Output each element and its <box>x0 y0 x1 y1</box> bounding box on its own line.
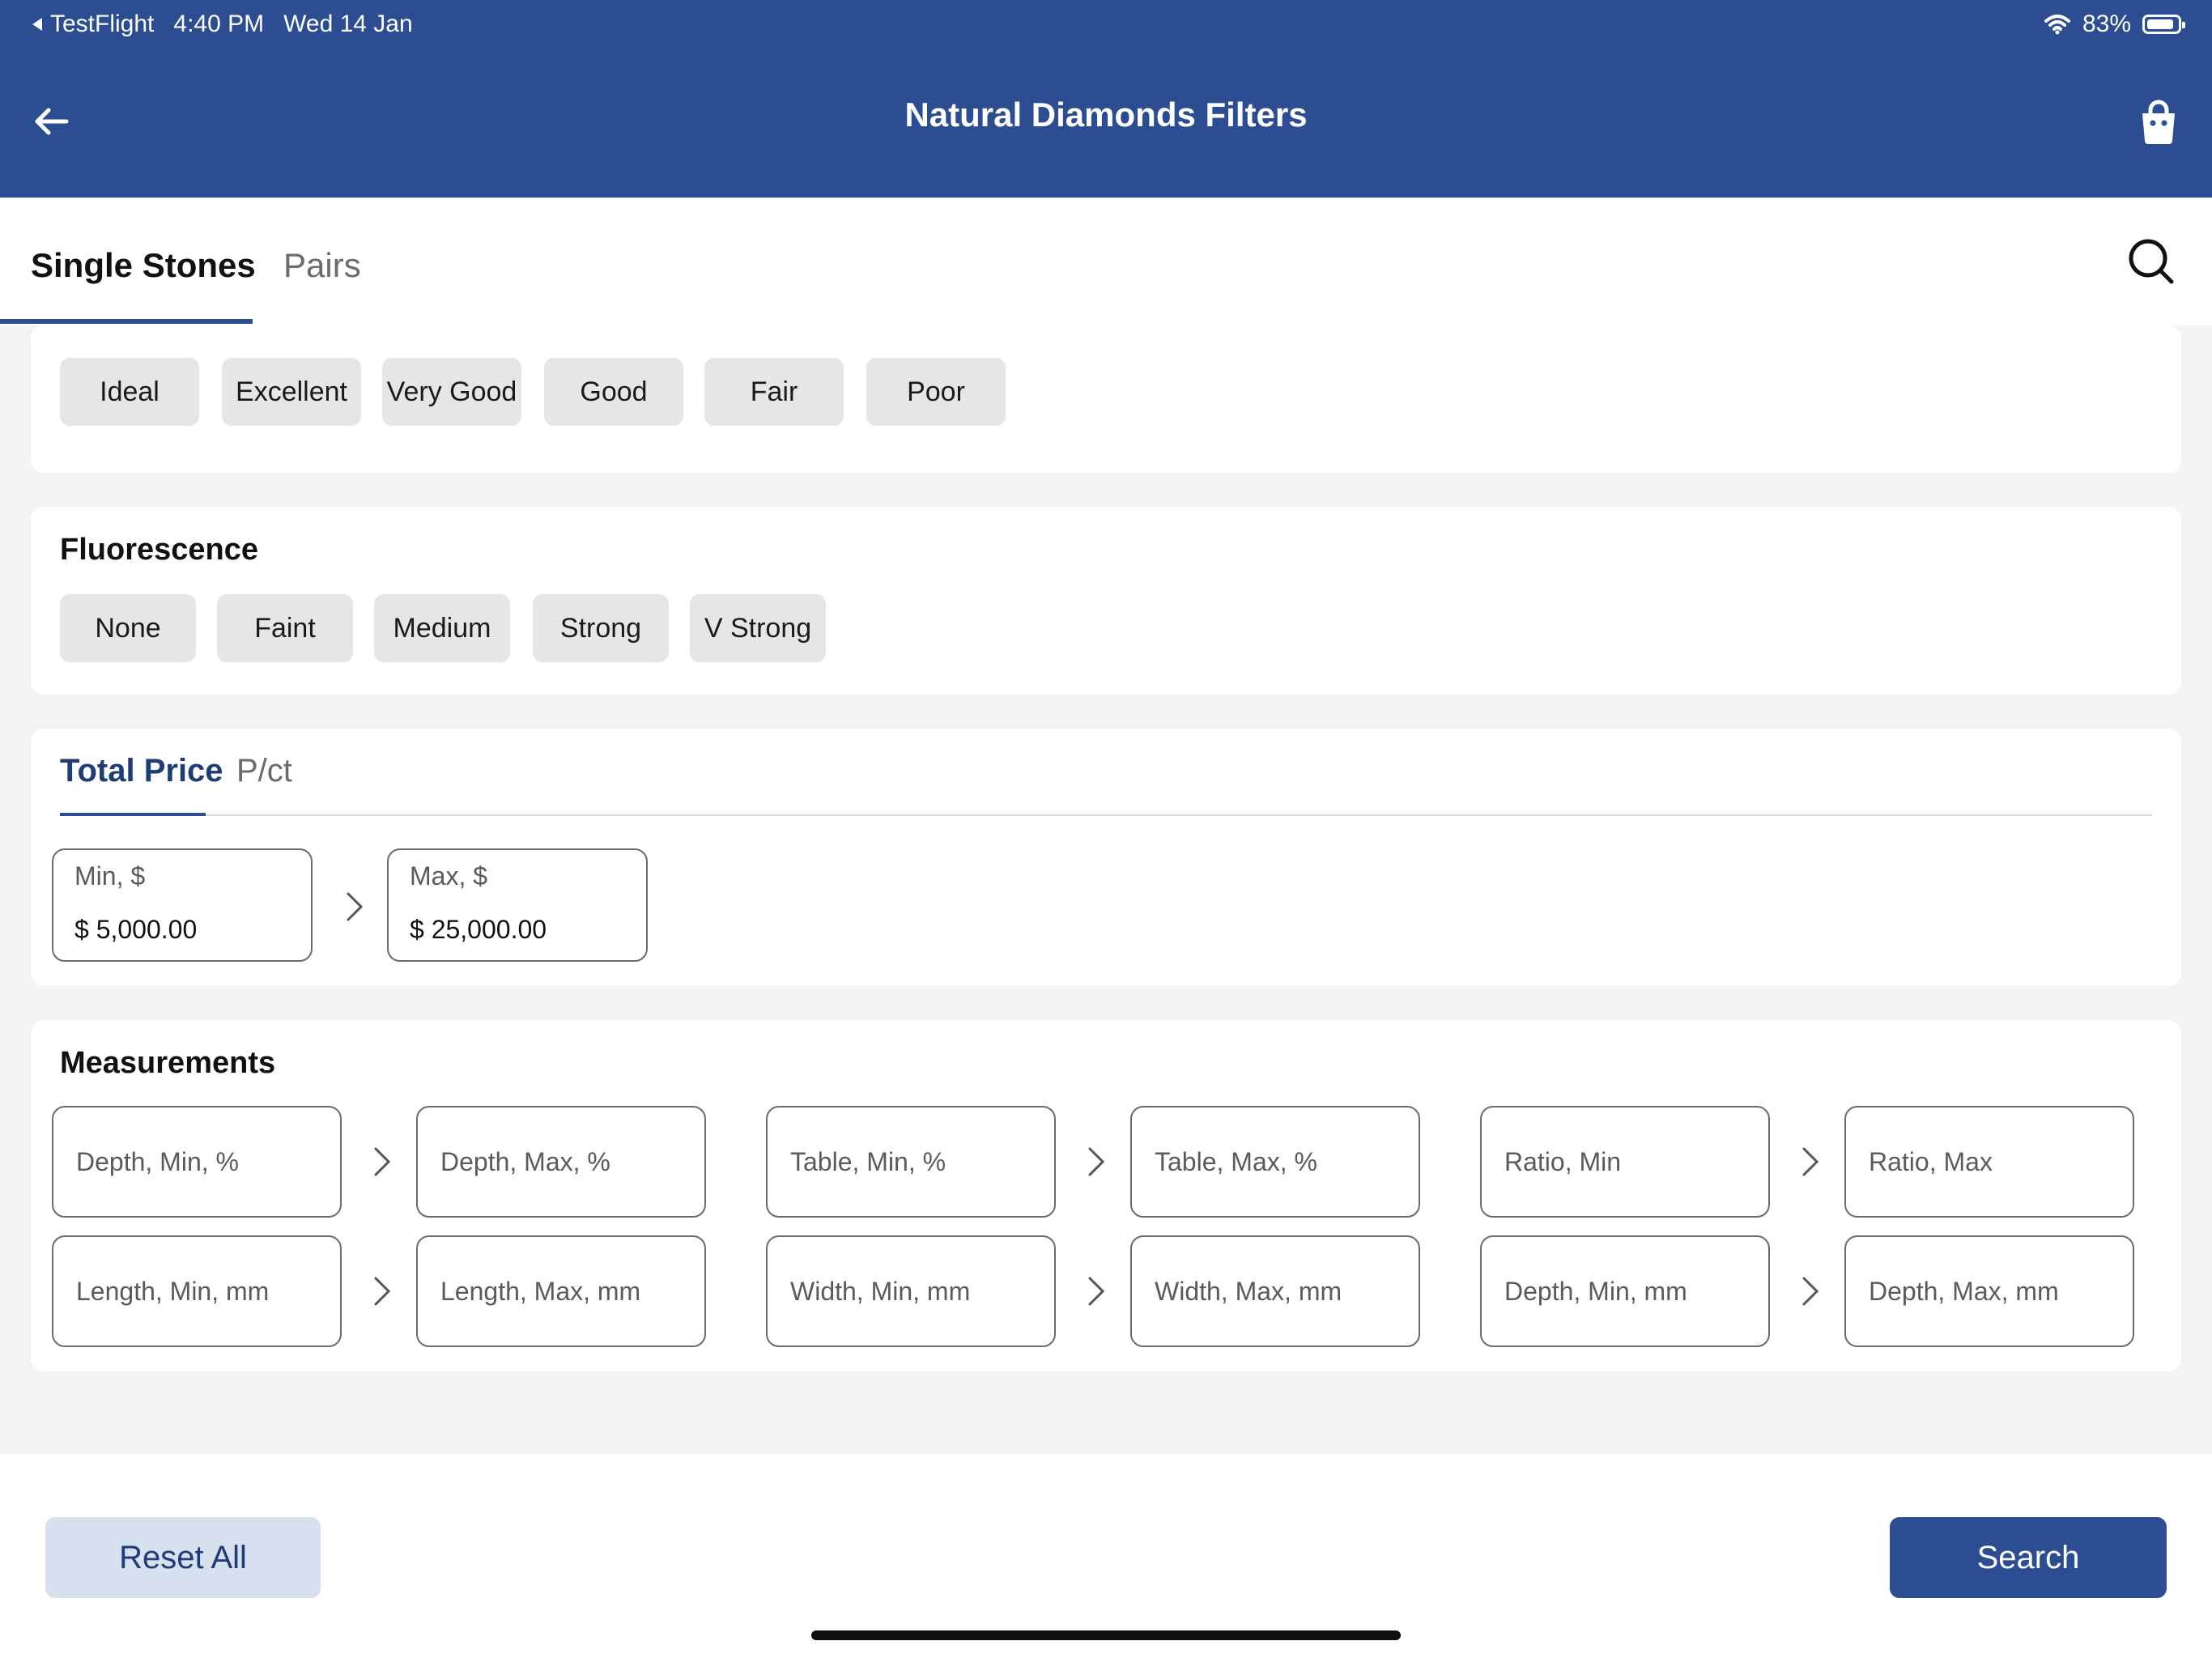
price-tabs-divider <box>60 814 2152 816</box>
status-right: 83% <box>2044 0 2185 49</box>
field-placeholder: Width, Min, mm <box>790 1276 971 1306</box>
chip-fluorescence-medium[interactable]: Medium <box>374 594 510 662</box>
chip-cut-very-good[interactable]: Very Good <box>382 358 521 426</box>
search-button[interactable]: Search <box>1890 1517 2167 1598</box>
back-to-app-link[interactable]: TestFlight <box>31 0 154 49</box>
search-icon[interactable] <box>2125 235 2176 287</box>
status-bar: TestFlight 4:40 PM Wed 14 Jan 83% <box>0 0 2212 49</box>
chip-fluorescence-strong[interactable]: Strong <box>533 594 669 662</box>
stone-type-tabs: Single Stones Pairs <box>0 198 2212 325</box>
width-min-mm-field[interactable]: Width, Min, mm <box>766 1235 1056 1347</box>
chevron-right-icon <box>347 892 364 921</box>
field-placeholder: Ratio, Min <box>1504 1146 1622 1176</box>
status-time: 4:40 PM <box>173 11 265 37</box>
battery-percent: 83% <box>2082 11 2131 37</box>
field-placeholder: Depth, Min, mm <box>1504 1276 1687 1306</box>
length-min-mm-field[interactable]: Length, Min, mm <box>52 1235 342 1347</box>
chip-cut-fair[interactable]: Fair <box>704 358 844 426</box>
tab-single-stones[interactable]: Single Stones <box>31 246 256 285</box>
status-app-name: TestFlight <box>50 11 155 37</box>
field-placeholder: Length, Max, mm <box>440 1276 641 1306</box>
max-price-value[interactable]: $ 25,000.00 <box>410 915 547 945</box>
chip-fluorescence-faint[interactable]: Faint <box>217 594 353 662</box>
tab-total-price[interactable]: Total Price <box>60 753 223 789</box>
depth-max-mm-field[interactable]: Depth, Max, mm <box>1844 1235 2134 1347</box>
tab-pairs[interactable]: Pairs <box>283 246 361 285</box>
wifi-icon <box>2044 15 2070 35</box>
page-title: Natural Diamonds Filters <box>904 96 1308 134</box>
active-tab-indicator <box>0 319 253 324</box>
length-max-mm-field[interactable]: Length, Max, mm <box>416 1235 706 1347</box>
field-placeholder: Ratio, Max <box>1869 1146 1993 1176</box>
width-max-mm-field[interactable]: Width, Max, mm <box>1130 1235 1420 1347</box>
tab-price-per-carat[interactable]: P/ct <box>236 753 292 789</box>
table-max-percent-field[interactable]: Table, Max, % <box>1130 1106 1420 1218</box>
field-placeholder: Depth, Max, mm <box>1869 1276 2059 1306</box>
field-placeholder: Length, Min, mm <box>76 1276 270 1306</box>
min-price-label: Min, $ <box>74 861 146 891</box>
chip-cut-excellent[interactable]: Excellent <box>222 358 361 426</box>
measurements-card: Measurements Depth, Min, % Depth, Max, %… <box>31 1020 2181 1371</box>
measurements-title: Measurements <box>60 1046 276 1080</box>
bottom-action-bar: Reset All Search <box>0 1454 2212 1658</box>
min-price-field[interactable]: Min, $ $ 5,000.00 <box>52 848 313 962</box>
chevron-right-icon <box>374 1277 391 1306</box>
chevron-right-icon <box>1088 1147 1105 1176</box>
fluorescence-title: Fluorescence <box>60 533 258 567</box>
price-card: Total Price P/ct Min, $ $ 5,000.00 Max, … <box>31 729 2181 986</box>
chevron-right-icon <box>1802 1277 1819 1306</box>
field-placeholder: Table, Min, % <box>790 1146 946 1176</box>
chip-fluorescence-none[interactable]: None <box>60 594 196 662</box>
caret-left-icon <box>32 18 42 31</box>
chevron-right-icon <box>1088 1277 1105 1306</box>
field-placeholder: Depth, Min, % <box>76 1146 239 1176</box>
price-tab-indicator <box>60 813 206 816</box>
field-placeholder: Table, Max, % <box>1155 1146 1317 1176</box>
chevron-right-icon <box>1802 1147 1819 1176</box>
status-left: TestFlight 4:40 PM Wed 14 Jan <box>31 0 413 49</box>
depth-min-percent-field[interactable]: Depth, Min, % <box>52 1106 342 1218</box>
min-price-value[interactable]: $ 5,000.00 <box>74 915 197 945</box>
chip-cut-ideal[interactable]: Ideal <box>60 358 199 426</box>
max-price-field[interactable]: Max, $ $ 25,000.00 <box>387 848 648 962</box>
home-indicator[interactable] <box>811 1630 1401 1640</box>
fluorescence-card: Fluorescence None Faint Medium Strong V … <box>31 507 2181 695</box>
reset-all-button[interactable]: Reset All <box>45 1517 321 1598</box>
depth-min-mm-field[interactable]: Depth, Min, mm <box>1480 1235 1770 1347</box>
ratio-max-field[interactable]: Ratio, Max <box>1844 1106 2134 1218</box>
app-header: TestFlight 4:40 PM Wed 14 Jan 83% Natura… <box>0 0 2212 198</box>
battery-icon <box>2142 15 2185 34</box>
chip-cut-good[interactable]: Good <box>544 358 683 426</box>
chip-fluorescence-v-strong[interactable]: V Strong <box>690 594 826 662</box>
cut-card: Ideal Excellent Very Good Good Fair Poor <box>31 325 2181 473</box>
status-date: Wed 14 Jan <box>283 11 413 37</box>
field-placeholder: Depth, Max, % <box>440 1146 610 1176</box>
max-price-label: Max, $ <box>410 861 488 891</box>
depth-max-percent-field[interactable]: Depth, Max, % <box>416 1106 706 1218</box>
chip-cut-poor[interactable]: Poor <box>866 358 1006 426</box>
field-placeholder: Width, Max, mm <box>1155 1276 1342 1306</box>
ratio-min-field[interactable]: Ratio, Min <box>1480 1106 1770 1218</box>
chevron-right-icon <box>374 1147 391 1176</box>
battery-fill <box>2147 19 2173 29</box>
shopping-bag-icon[interactable] <box>2133 96 2184 147</box>
table-min-percent-field[interactable]: Table, Min, % <box>766 1106 1056 1218</box>
